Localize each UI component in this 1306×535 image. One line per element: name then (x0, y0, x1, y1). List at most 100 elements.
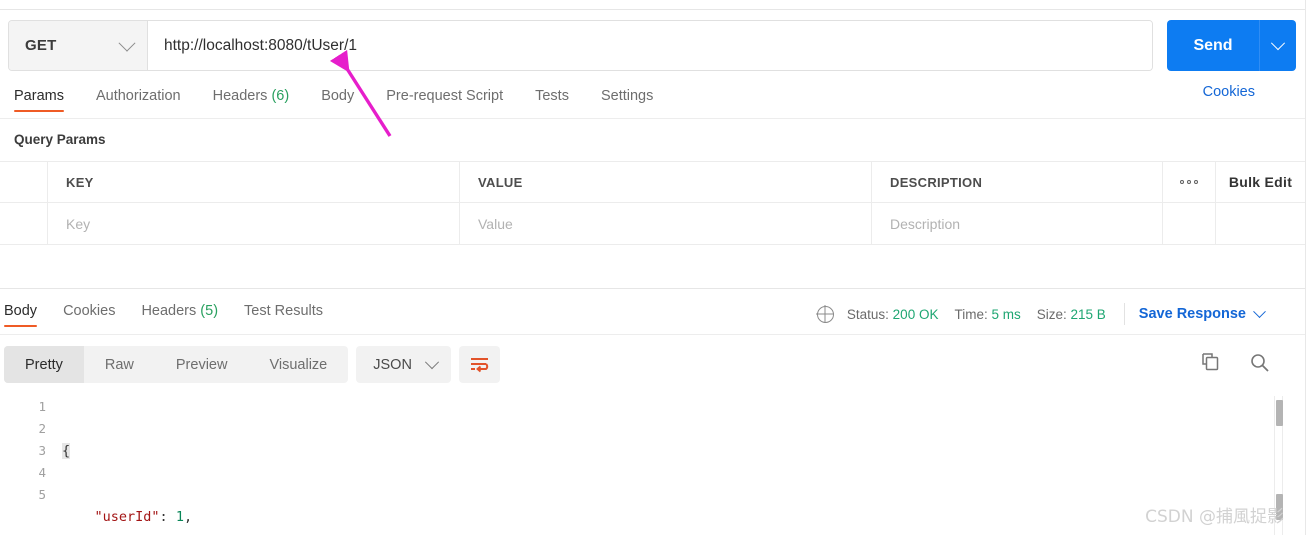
request-bar: GET http://localhost:8080/tUser/1 Send (8, 20, 1298, 71)
chevron-down-icon (1270, 35, 1286, 50)
line-number-gutter: 1 2 3 4 5 (0, 396, 58, 535)
tab-label: Headers (141, 303, 197, 319)
response-tab-headers[interactable]: Headers (5) (141, 303, 218, 329)
column-header-description: DESCRIPTION (872, 162, 1163, 202)
word-wrap-button[interactable] (458, 346, 500, 383)
status-label: Status: (846, 306, 889, 322)
line-number: 1 (38, 399, 46, 414)
format-tab-preview[interactable]: Preview (155, 346, 249, 383)
tab-label: Headers (212, 88, 268, 104)
scrollbar-thumb[interactable] (1276, 400, 1283, 426)
tab-authorization[interactable]: Authorization (96, 88, 181, 114)
query-params-table: KEY VALUE DESCRIPTION Bulk Edit Key Valu… (0, 161, 1305, 245)
response-tabs-divider (0, 334, 1305, 335)
table-row: Key Value Description (0, 203, 1305, 244)
param-value-input[interactable]: Value (460, 203, 872, 244)
request-tabs-divider (0, 118, 1305, 119)
tab-settings[interactable]: Settings (601, 88, 653, 114)
copy-icon (1202, 353, 1219, 371)
code-line: "userId": 1, (94, 509, 193, 525)
tab-headers[interactable]: Headers (6) (213, 88, 290, 114)
size-label: Size: (1036, 306, 1067, 322)
ellipsis-icon (1180, 180, 1198, 184)
table-header-row: KEY VALUE DESCRIPTION Bulk Edit (0, 162, 1305, 203)
url-input[interactable]: http://localhost:8080/tUser/1 (148, 21, 1152, 70)
tab-label: Params (14, 88, 64, 104)
query-params-title: Query Params (14, 132, 106, 147)
chevron-down-icon (118, 34, 136, 52)
column-header-value: VALUE (460, 162, 872, 202)
body-format-select[interactable]: JSON (356, 346, 451, 383)
param-description-input[interactable]: Description (872, 203, 1163, 244)
search-icon (1251, 354, 1269, 372)
request-response-divider (0, 288, 1305, 289)
json-open-brace: { (62, 443, 71, 459)
row-options-cell[interactable] (1163, 203, 1216, 244)
bulk-edit-label: Bulk Edit (1228, 174, 1293, 190)
line-number: 5 (38, 487, 46, 502)
chevron-down-icon (424, 354, 439, 369)
param-key-input[interactable]: Key (48, 203, 460, 244)
send-button-group[interactable]: Send (1167, 20, 1296, 71)
format-tab-visualize[interactable]: Visualize (248, 346, 348, 383)
time-label: Time: (954, 306, 988, 322)
word-wrap-icon (470, 358, 489, 373)
tab-label: Tests (535, 88, 569, 104)
response-format-toolbar: Pretty Raw Preview Visualize JSON (4, 346, 500, 383)
row-spacer-cell (1216, 203, 1305, 244)
top-divider (0, 9, 1306, 10)
tab-count: (5) (200, 303, 219, 319)
save-response-button[interactable]: Save Response (1138, 304, 1266, 322)
row-checkbox-cell[interactable] (0, 203, 48, 244)
tab-label: Settings (600, 88, 654, 104)
tab-label: Authorization (95, 88, 181, 104)
time-value: 5 ms (991, 306, 1021, 322)
response-tab-test-results[interactable]: Test Results (244, 303, 323, 329)
tab-pre-request-script[interactable]: Pre-request Script (386, 88, 503, 114)
status-divider (1123, 303, 1125, 325)
select-all-cell[interactable] (0, 162, 48, 202)
cookies-link[interactable]: Cookies (1203, 84, 1255, 100)
tab-label: Cookies (63, 303, 116, 319)
tab-params[interactable]: Params (14, 88, 64, 114)
response-body-panel: 1 2 3 4 5 { "userId": 1, "userName": "li… (0, 396, 1305, 535)
tab-body[interactable]: Body (321, 88, 354, 114)
size-badge: Size: 215 B (1037, 307, 1106, 322)
globe-icon (816, 305, 834, 323)
line-number: 3 (38, 443, 46, 458)
http-method-label: GET (25, 37, 57, 54)
code-line: { (62, 440, 1245, 462)
format-segmented-control: Pretty Raw Preview Visualize (4, 346, 349, 383)
tab-label: Body (321, 88, 355, 104)
json-key-userId: "userId" (94, 509, 160, 525)
response-action-icons (1200, 352, 1270, 378)
response-status-bar: Status: 200 OK Time: 5 ms Size: 215 B Sa… (816, 303, 1266, 325)
json-value-userId: 1 (175, 509, 184, 525)
save-response-label: Save Response (1138, 306, 1246, 322)
format-tab-raw[interactable]: Raw (84, 346, 155, 383)
chevron-down-icon (1253, 304, 1266, 318)
watermark: CSDN @捕風捉影 (1145, 507, 1284, 527)
http-method-select[interactable]: GET (9, 21, 148, 70)
copy-button[interactable] (1200, 352, 1221, 378)
status-badge: Status: 200 OK (847, 307, 939, 322)
tab-count: (6) (271, 88, 290, 104)
status-value: 200 OK (892, 306, 939, 322)
response-body-code[interactable]: { "userId": 1, "userName": "liuyang", "u… (62, 396, 1245, 535)
search-button[interactable] (1249, 352, 1270, 378)
time-badge: Time: 5 ms (954, 307, 1020, 322)
column-header-key: KEY (48, 162, 460, 202)
method-url-group: GET http://localhost:8080/tUser/1 (8, 20, 1153, 71)
response-tab-cookies[interactable]: Cookies (63, 303, 115, 329)
tab-tests[interactable]: Tests (535, 88, 569, 114)
bulk-edit-button[interactable]: Bulk Edit (1216, 162, 1305, 202)
send-options-button[interactable] (1260, 20, 1296, 71)
send-button[interactable]: Send (1167, 20, 1260, 71)
response-tab-body[interactable]: Body (4, 303, 38, 329)
request-tab-bar: Params Authorization Headers (6) Body Pr… (0, 84, 1305, 118)
table-options-button[interactable] (1163, 162, 1216, 202)
tab-label: Test Results (244, 303, 324, 319)
size-value: 215 B (1070, 306, 1106, 322)
format-tab-pretty[interactable]: Pretty (4, 346, 84, 383)
body-format-label: JSON (373, 356, 412, 373)
